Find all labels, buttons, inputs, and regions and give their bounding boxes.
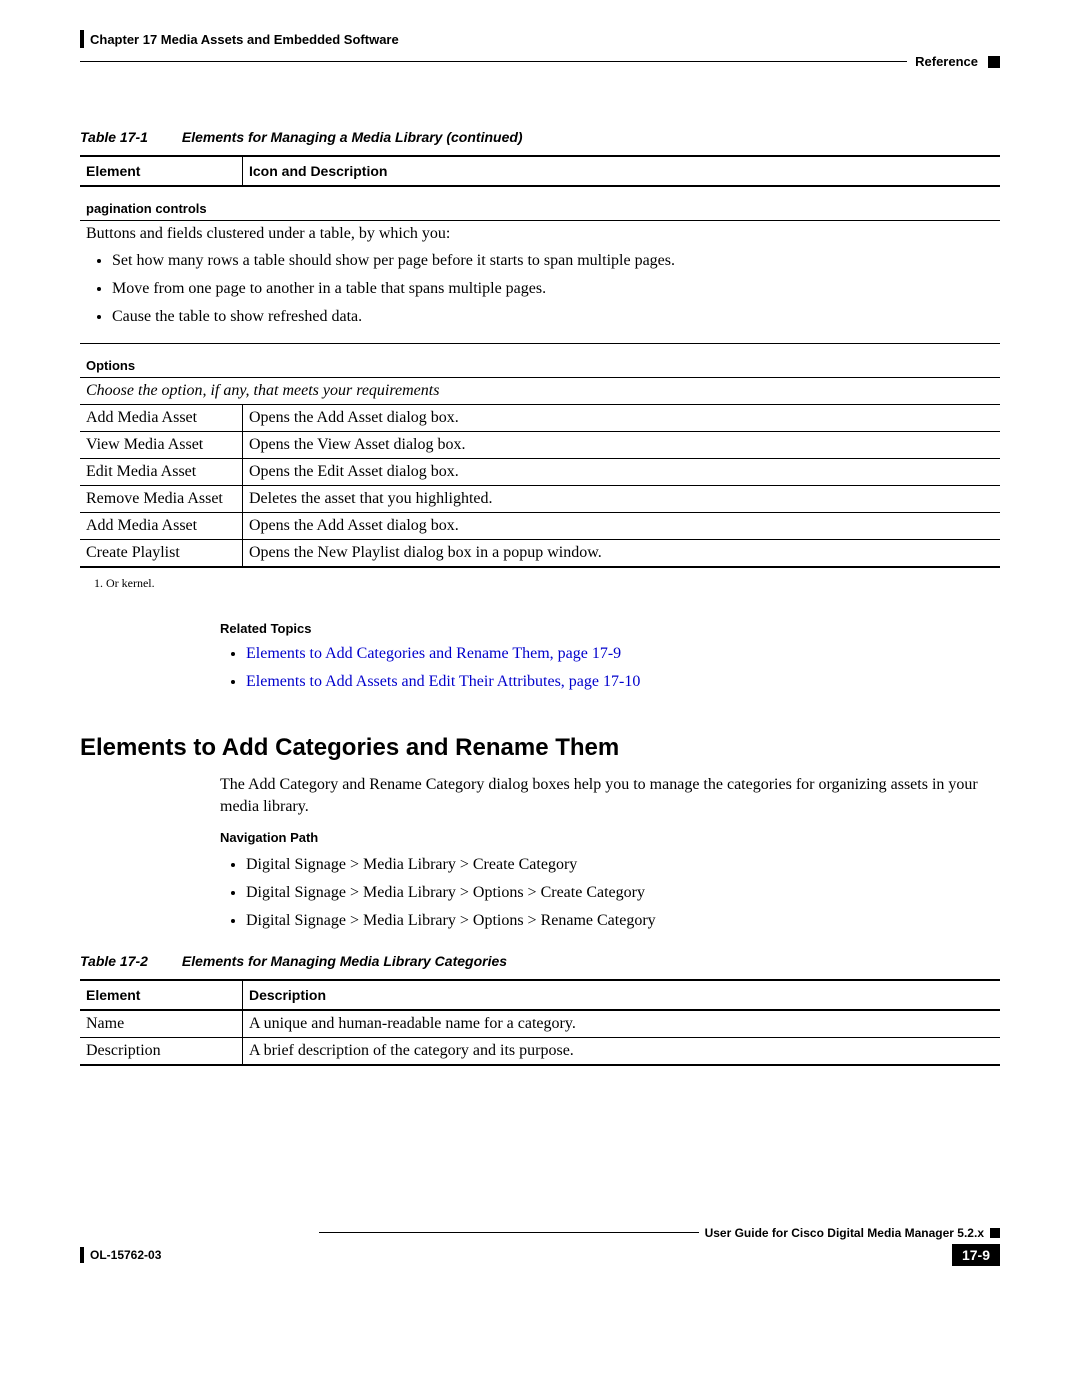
desc-cell: Opens the View Asset dialog box. [243, 432, 1001, 459]
list-item: Digital Signage > Media Library > Create… [246, 853, 1000, 877]
element-cell: View Media Asset [80, 432, 243, 459]
table-row: Add Media AssetOpens the Add Asset dialo… [80, 513, 1000, 540]
related-label: Related Topics [220, 621, 1000, 636]
element-cell: Name [80, 1010, 243, 1038]
table2-header-element: Element [80, 980, 243, 1010]
element-cell: Add Media Asset [80, 513, 243, 540]
element-cell: Create Playlist [80, 540, 243, 568]
related-list: Elements to Add Categories and Rename Th… [220, 642, 1000, 694]
table-row: Create PlaylistOpens the New Playlist di… [80, 540, 1000, 568]
table2: Element Description NameA unique and hum… [80, 979, 1000, 1066]
table2-caption-title: Elements for Managing Media Library Cate… [182, 953, 507, 969]
desc-cell: Opens the Add Asset dialog box. [243, 405, 1001, 432]
table1-caption-label: Table 17-1 [80, 129, 148, 145]
list-item: Elements to Add Categories and Rename Th… [246, 642, 1000, 666]
footer-square-icon [990, 1228, 1000, 1238]
related-topics: Related Topics Elements to Add Categorie… [220, 621, 1000, 694]
header-square-icon [988, 56, 1000, 68]
element-cell: Add Media Asset [80, 405, 243, 432]
footer-rule-icon [80, 1247, 84, 1263]
list-item: Set how many rows a table should show pe… [112, 249, 994, 273]
page-header: Chapter 17 Media Assets and Embedded Sof… [80, 30, 1000, 48]
options-hint: Choose the option, if any, that meets yo… [80, 378, 1000, 405]
section2-title: Elements to Add Categories and Rename Th… [80, 734, 1000, 762]
table1-header-element: Element [80, 156, 243, 186]
table-row: Remove Media AssetDeletes the asset that… [80, 486, 1000, 513]
table1-caption: Table 17-1 Elements for Managing a Media… [80, 129, 1000, 145]
footer-top: User Guide for Cisco Digital Media Manag… [80, 1226, 1000, 1240]
page-number: 17-9 [952, 1244, 1000, 1266]
desc-cell: Deletes the asset that you highlighted. [243, 486, 1001, 513]
table2-header-desc: Description [243, 980, 1001, 1010]
nav-path-label: Navigation Path [220, 829, 1000, 847]
desc-cell: Opens the New Playlist dialog box in a p… [243, 540, 1001, 568]
list-item: Digital Signage > Media Library > Option… [246, 881, 1000, 905]
table2-caption: Table 17-2 Elements for Managing Media L… [80, 953, 1000, 969]
list-item: Move from one page to another in a table… [112, 277, 994, 301]
section2-intro: The Add Category and Rename Category dia… [220, 774, 1000, 819]
desc-cell: A unique and human-readable name for a c… [243, 1010, 1001, 1038]
element-cell: Remove Media Asset [80, 486, 243, 513]
nav-path-list: Digital Signage > Media Library > Create… [220, 853, 1000, 933]
table-row: Edit Media AssetOpens the Edit Asset dia… [80, 459, 1000, 486]
section2-body: The Add Category and Rename Category dia… [220, 774, 1000, 933]
table2-caption-label: Table 17-2 [80, 953, 148, 969]
header-line [80, 61, 907, 62]
desc-cell: Opens the Add Asset dialog box. [243, 513, 1001, 540]
table-row: NameA unique and human-readable name for… [80, 1010, 1000, 1038]
page-subheader: Reference [80, 54, 1000, 69]
list-item: Digital Signage > Media Library > Option… [246, 909, 1000, 933]
list-item: Cause the table to show refreshed data. [112, 305, 994, 329]
element-cell: Edit Media Asset [80, 459, 243, 486]
footer-line [319, 1232, 699, 1233]
table-row: DescriptionA brief description of the ca… [80, 1037, 1000, 1065]
footer-guide: User Guide for Cisco Digital Media Manag… [705, 1226, 984, 1240]
footer-doc-id: OL-15762-03 [90, 1248, 161, 1262]
pagination-cell: Buttons and fields clustered under a tab… [80, 221, 1000, 344]
pagination-desc: Buttons and fields clustered under a tab… [86, 225, 994, 243]
document-page: Chapter 17 Media Assets and Embedded Sof… [0, 0, 1080, 1306]
table-row: Add Media AssetOpens the Add Asset dialo… [80, 405, 1000, 432]
table1-header-desc: Icon and Description [243, 156, 1001, 186]
desc-cell: Opens the Edit Asset dialog box. [243, 459, 1001, 486]
list-item: Elements to Add Assets and Edit Their At… [246, 670, 1000, 694]
element-cell: Description [80, 1037, 243, 1065]
table1-caption-title: Elements for Managing a Media Library (c… [182, 129, 523, 145]
footer-bottom: OL-15762-03 17-9 [80, 1244, 1000, 1266]
page-footer: User Guide for Cisco Digital Media Manag… [80, 1226, 1000, 1266]
table1-footnote: 1. Or kernel. [80, 576, 1000, 591]
section-label: Reference [915, 54, 978, 69]
desc-cell: A brief description of the category and … [243, 1037, 1001, 1065]
options-section-label: Options [80, 344, 1000, 378]
chapter-title: Chapter 17 Media Assets and Embedded Sof… [90, 32, 399, 47]
table1: Element Icon and Description pagination … [80, 155, 1000, 568]
related-link[interactable]: Elements to Add Assets and Edit Their At… [246, 673, 640, 690]
header-rule-icon [80, 30, 84, 48]
table-row: View Media AssetOpens the View Asset dia… [80, 432, 1000, 459]
footer-left: OL-15762-03 [80, 1247, 161, 1263]
pagination-list: Set how many rows a table should show pe… [86, 249, 994, 329]
related-link[interactable]: Elements to Add Categories and Rename Th… [246, 645, 621, 662]
pagination-section-label: pagination controls [80, 186, 1000, 221]
